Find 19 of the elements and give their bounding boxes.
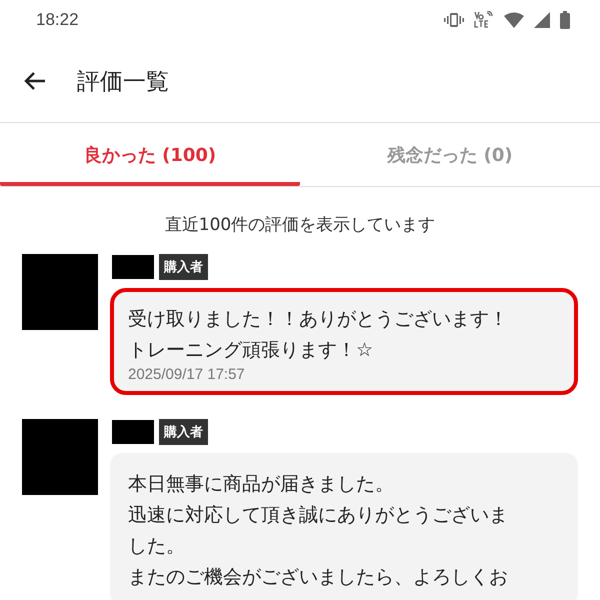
review-text-line: 受け取りました！！ありがとうございます！ xyxy=(128,307,508,332)
buyer-badge: 購入者 xyxy=(159,419,208,445)
status-time: 18:22 xyxy=(36,10,79,30)
battery-icon xyxy=(560,11,570,29)
review-date: 2025/09/17 17:57 xyxy=(128,366,246,383)
buyer-badge: 購入者 xyxy=(159,254,208,280)
page-title: 評価一覧 xyxy=(77,68,169,96)
review-text-line: 本日無事に商品が届きました。 xyxy=(128,472,394,497)
review-text-line: またのご機会がございましたら、よろしくお xyxy=(128,565,508,590)
review-text-line: した。 xyxy=(128,534,185,559)
review-text-line: トレーニング頑張ります！☆ xyxy=(128,338,374,363)
name-redaction xyxy=(112,255,154,279)
signal-icon xyxy=(534,12,550,28)
vibrate-icon xyxy=(444,12,464,28)
notice-text: 直近100件の評価を表示しています xyxy=(164,214,436,237)
volte-icon xyxy=(474,11,494,29)
review-text-line: 迅速に対応して頂き誠にありがとうございま xyxy=(128,503,508,528)
name-redaction xyxy=(112,420,154,444)
wifi-icon xyxy=(504,12,524,28)
